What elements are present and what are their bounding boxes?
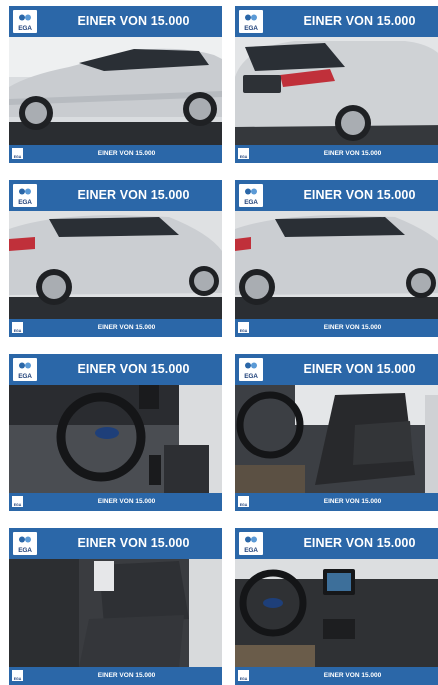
ega-logo-icon: EGA	[13, 184, 37, 207]
card-footer: EGA EINER VON 15.000	[9, 319, 222, 337]
card-title: EINER VON 15.000	[77, 536, 190, 550]
card-footer: EGA EINER VON 15.000	[235, 319, 438, 337]
card-header: EGA EINER VON 15.000	[235, 354, 438, 385]
gallery-card-5[interactable]: EGA EINER VON 15.000 EGA EINER VON 15.00…	[9, 354, 222, 511]
card-footer-text: EINER VON 15.000	[97, 150, 156, 157]
gallery-card-4[interactable]: EGA EINER VON 15.000 EGA EINER VON 15.00…	[235, 180, 438, 337]
interior-photo[interactable]	[9, 559, 222, 667]
gallery-card-8[interactable]: EGA EINER VON 15.000 EGA EINER VON 15.00…	[235, 528, 438, 685]
interior-photo[interactable]	[235, 559, 438, 667]
interior-photo[interactable]	[9, 385, 222, 493]
ega-mini-logo-icon: EGA	[12, 670, 23, 681]
card-footer-text: EINER VON 15.000	[323, 324, 382, 331]
car-photo[interactable]	[9, 37, 222, 145]
card-header: EGA EINER VON 15.000	[235, 6, 438, 37]
card-header: EGA EINER VON 15.000	[9, 6, 222, 37]
ega-logo-icon: EGA	[239, 358, 263, 381]
card-header: EGA EINER VON 15.000	[9, 180, 222, 211]
ega-logo-icon: EGA	[239, 184, 263, 207]
card-title: EINER VON 15.000	[77, 14, 190, 28]
ega-mini-logo-icon: EGA	[238, 496, 249, 507]
car-photo[interactable]	[235, 211, 438, 319]
card-footer: EGA EINER VON 15.000	[9, 145, 222, 163]
car-photo[interactable]	[9, 211, 222, 319]
card-footer: EGA EINER VON 15.000	[235, 667, 438, 685]
ega-mini-logo-icon: EGA	[238, 322, 249, 333]
card-footer-text: EINER VON 15.000	[97, 324, 156, 331]
ega-mini-logo-icon: EGA	[12, 148, 23, 159]
card-header: EGA EINER VON 15.000	[9, 528, 222, 559]
card-title: EINER VON 15.000	[303, 188, 416, 202]
card-title: EINER VON 15.000	[77, 362, 190, 376]
card-footer-text: EINER VON 15.000	[97, 498, 156, 505]
card-header: EGA EINER VON 15.000	[235, 180, 438, 211]
ega-mini-logo-icon: EGA	[12, 322, 23, 333]
gallery-card-3[interactable]: EGA EINER VON 15.000 EGA EINER VON 15.00…	[9, 180, 222, 337]
card-footer: EGA EINER VON 15.000	[235, 145, 438, 163]
card-title: EINER VON 15.000	[77, 188, 190, 202]
gallery-card-1[interactable]: EGA EINER VON 15.000 EGA EINER VON 15.00…	[9, 6, 222, 163]
ega-logo-icon: EGA	[13, 358, 37, 381]
card-footer: EGA EINER VON 15.000	[9, 667, 222, 685]
card-footer-text: EINER VON 15.000	[97, 672, 156, 679]
ega-mini-logo-icon: EGA	[238, 148, 249, 159]
card-footer-text: EINER VON 15.000	[323, 498, 382, 505]
card-title: EINER VON 15.000	[303, 14, 416, 28]
card-header: EGA EINER VON 15.000	[235, 528, 438, 559]
ega-mini-logo-icon: EGA	[12, 496, 23, 507]
card-title: EINER VON 15.000	[303, 362, 416, 376]
card-footer-text: EINER VON 15.000	[323, 672, 382, 679]
car-photo[interactable]	[235, 37, 438, 145]
card-header: EGA EINER VON 15.000	[9, 354, 222, 385]
card-footer: EGA EINER VON 15.000	[9, 493, 222, 511]
interior-photo[interactable]	[235, 385, 438, 493]
card-footer: EGA EINER VON 15.000	[235, 493, 438, 511]
ega-logo-icon: EGA	[239, 10, 263, 33]
gallery-card-6[interactable]: EGA EINER VON 15.000 EGA EINER VON 15.00…	[235, 354, 438, 511]
ega-logo-icon: EGA	[239, 532, 263, 555]
ega-logo-icon: EGA	[13, 10, 37, 33]
gallery-card-7[interactable]: EGA EINER VON 15.000 EGA EINER VON 15.00…	[9, 528, 222, 685]
card-footer-text: EINER VON 15.000	[323, 150, 382, 157]
ega-logo-icon: EGA	[13, 532, 37, 555]
card-title: EINER VON 15.000	[303, 536, 416, 550]
gallery-card-2[interactable]: EGA EINER VON 15.000 EGA EINER VON 15.00…	[235, 6, 438, 163]
ega-mini-logo-icon: EGA	[238, 670, 249, 681]
